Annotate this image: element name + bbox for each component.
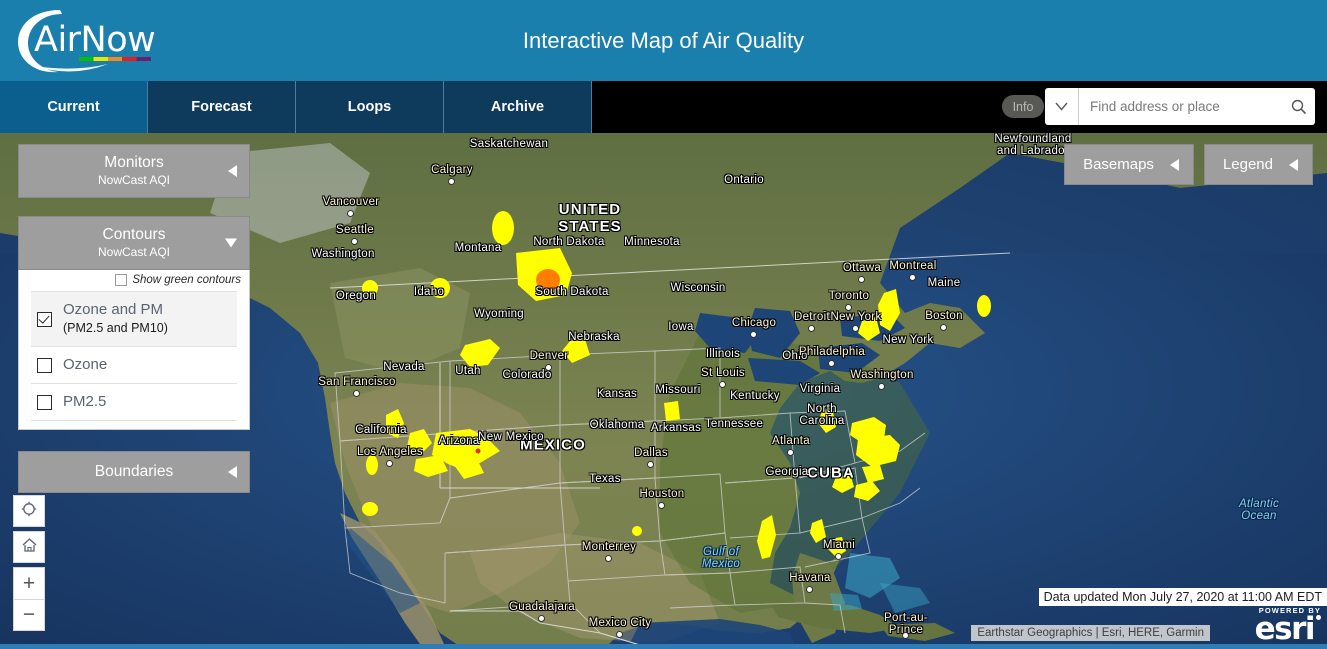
map-city-marker[interactable] (808, 325, 815, 332)
show-green-contours-label: Show green contours (132, 274, 241, 286)
panel-monitors: Monitors NowCast AQI (18, 144, 250, 198)
esri-dot-icon (1316, 615, 1321, 620)
locate-button[interactable] (13, 495, 45, 527)
map-city-marker[interactable] (828, 360, 835, 367)
nav-tabs: Current Forecast Loops Archive (0, 81, 592, 133)
map-city-marker[interactable] (353, 390, 360, 397)
search-icon[interactable] (1283, 88, 1315, 125)
data-updated-banner: Data updated Mon July 27, 2020 at 11:00 … (1038, 588, 1327, 606)
tab-loops[interactable]: Loops (296, 81, 444, 133)
map-city-marker[interactable] (605, 555, 612, 562)
basemaps-button[interactable]: Basemaps (1064, 144, 1194, 185)
contour-option-ozone-and-pm-checkbox[interactable] (37, 311, 52, 327)
basemaps-button-label: Basemaps (1083, 156, 1154, 173)
map-city-marker[interactable] (902, 632, 909, 639)
triangle-left-icon (1169, 158, 1179, 171)
map-city-marker[interactable] (347, 210, 354, 217)
map-city-marker[interactable] (787, 449, 794, 456)
tab-archive[interactable]: Archive (444, 81, 592, 133)
airnow-interactive-map-app: AirNow Interactive Map of Air Quality Cu… (0, 0, 1327, 649)
map-city-marker[interactable] (845, 304, 852, 311)
map-city-marker[interactable] (448, 178, 455, 185)
panel-contours-header[interactable]: Contours NowCast AQI (18, 216, 250, 270)
map-city-marker[interactable] (719, 381, 726, 388)
locate-icon (21, 501, 37, 522)
contour-option-ozone-and-pm-label: Ozone and PM (63, 301, 164, 318)
map-city-marker[interactable] (835, 553, 842, 560)
contour-option-ozone-and-pm[interactable]: Ozone and PM (PM2.5 and PM10) (31, 292, 237, 347)
minus-icon: − (22, 603, 36, 626)
map-control-buttons: + − (13, 495, 45, 631)
legend-button-label: Legend (1222, 156, 1273, 173)
map-city-marker[interactable] (852, 325, 859, 332)
map-city-marker[interactable] (647, 461, 654, 468)
map-city-marker[interactable] (909, 274, 916, 281)
triangle-left-icon (228, 466, 237, 478)
map-city-marker[interactable] (538, 615, 545, 622)
panel-monitors-header[interactable]: Monitors NowCast AQI (18, 144, 250, 198)
panel-monitors-title: Monitors (104, 154, 164, 171)
map-overlay-buttons: Basemaps Legend (1064, 144, 1313, 185)
airnow-logo[interactable]: AirNow (12, 4, 172, 78)
contour-option-ozone[interactable]: Ozone (31, 347, 237, 384)
map-city-marker[interactable] (616, 631, 623, 638)
plus-icon: + (22, 572, 36, 595)
panel-contours-body: Show green contours Ozone and PM (PM2.5 … (18, 270, 250, 430)
legend-button[interactable]: Legend (1203, 144, 1313, 185)
map-city-marker[interactable] (658, 502, 665, 509)
panel-boundaries-header[interactable]: Boundaries (18, 451, 250, 493)
esri-logo[interactable]: POWERED BY esri (1255, 606, 1321, 645)
search-box (1045, 88, 1315, 125)
triangle-down-icon (225, 238, 237, 248)
contour-option-ozone-checkbox[interactable] (37, 357, 52, 373)
show-green-contours-row[interactable]: Show green contours (19, 270, 249, 291)
panel-monitors-subtitle: NowCast AQI (97, 173, 171, 187)
map-city-marker[interactable] (878, 383, 885, 390)
contour-option-ozone-and-pm-sublabel: (PM2.5 and PM10) (63, 321, 168, 335)
map-city-marker[interactable] (351, 238, 358, 245)
esri-wordmark: esri (1255, 614, 1321, 645)
panel-contours-title: Contours (102, 226, 166, 243)
home-button[interactable] (13, 531, 45, 563)
map-city-marker[interactable] (386, 460, 393, 467)
contour-option-pm25-checkbox[interactable] (37, 394, 52, 410)
panel-boundaries-title: Boundaries (94, 463, 174, 480)
zoom-in-button[interactable]: + (13, 567, 45, 599)
search-input[interactable] (1079, 89, 1283, 124)
contour-option-ozone-label: Ozone (63, 356, 108, 373)
contour-option-pm25-label: PM2.5 (63, 393, 107, 410)
panel-boundaries: Boundaries (18, 451, 250, 493)
map-city-marker[interactable] (545, 364, 552, 371)
page-title: Interactive Map of Air Quality (522, 27, 805, 53)
map-city-marker[interactable] (750, 331, 757, 338)
tab-current[interactable]: Current (0, 81, 148, 133)
panel-contours-subtitle: NowCast AQI (97, 245, 171, 259)
contour-option-pm25[interactable]: PM2.5 (31, 384, 237, 421)
chevron-down-icon[interactable] (1045, 88, 1079, 125)
map-city-marker[interactable] (940, 324, 947, 331)
footer-bar (0, 644, 1327, 649)
page-header: AirNow Interactive Map of Air Quality (0, 0, 1327, 81)
map-city-marker[interactable] (806, 586, 813, 593)
map-attribution[interactable]: Earthstar Geographics | Esri, HERE, Garm… (971, 625, 1210, 641)
info-button[interactable]: Info (1002, 95, 1044, 118)
map-city-marker[interactable] (858, 276, 865, 283)
panel-contours: Contours NowCast AQI Show green contours… (18, 216, 250, 430)
contour-options-list: Ozone and PM (PM2.5 and PM10) Ozone PM2.… (31, 291, 237, 421)
triangle-left-icon (1289, 158, 1298, 171)
tab-forecast[interactable]: Forecast (148, 81, 296, 133)
show-green-contours-checkbox[interactable] (115, 274, 128, 286)
aqi-color-bar (79, 57, 151, 61)
home-icon (21, 537, 38, 558)
triangle-left-icon (228, 165, 237, 177)
airnow-logo-text: AirNow (34, 20, 156, 60)
zoom-out-button[interactable]: − (13, 599, 45, 631)
